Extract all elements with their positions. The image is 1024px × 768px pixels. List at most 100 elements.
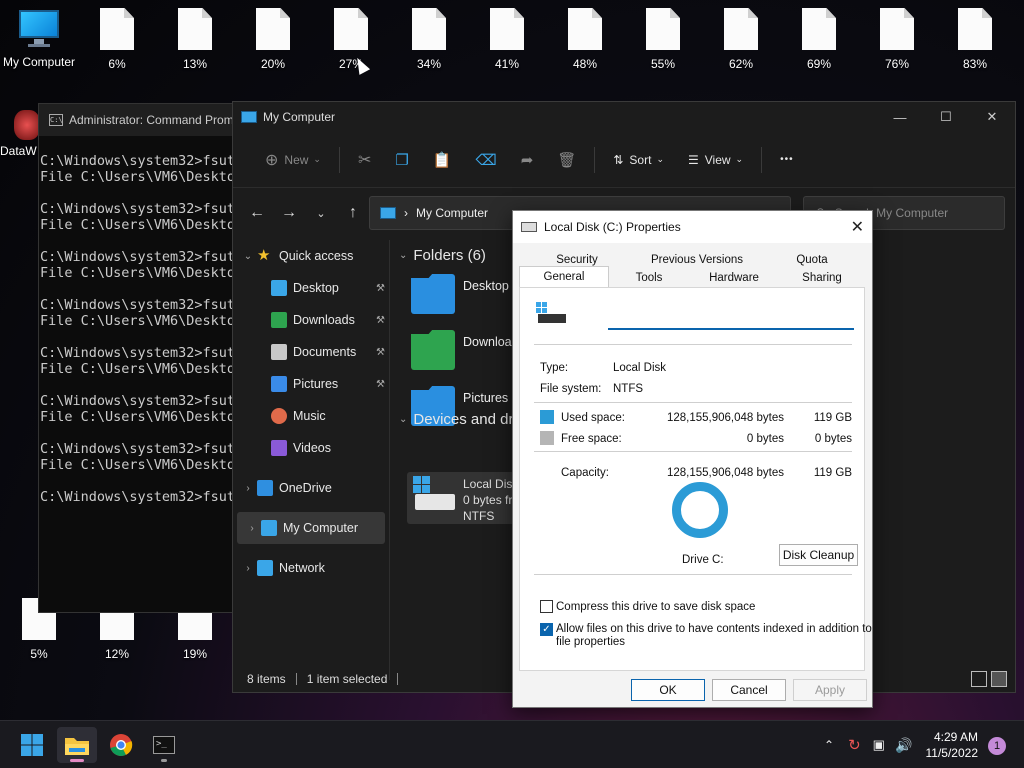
desktop-file-icon[interactable]: 34%: [391, 8, 467, 71]
sidebar-item[interactable]: Documents ⚒: [233, 336, 389, 368]
network-sync-icon[interactable]: ↻: [848, 736, 861, 754]
cmd-line: C:\Windows\system32>fsut: [40, 393, 236, 409]
ok-button[interactable]: OK: [631, 679, 705, 701]
start-button[interactable]: [12, 727, 52, 763]
tiles-view-icon[interactable]: [991, 671, 1007, 687]
show-hidden-icons-chevron-up-icon[interactable]: ⌃: [824, 738, 834, 752]
sidebar-item[interactable]: Pictures ⚒: [233, 368, 389, 400]
delete-button[interactable]: 🗑: [545, 144, 588, 176]
index-checkbox[interactable]: ✓: [540, 623, 553, 636]
desktop-file-icon[interactable]: 13%: [157, 8, 233, 71]
cmd-titlebar[interactable]: C:\ Administrator: Command Prom: [39, 104, 247, 136]
sidebar-item[interactable]: Desktop ⚒: [233, 272, 389, 304]
file-icon: [802, 8, 836, 50]
index-label-line1[interactable]: Allow files on this drive to have conten…: [556, 623, 872, 635]
desktop-file-icon[interactable]: 27%: [313, 8, 389, 71]
dialog-close-button[interactable]: ✕: [851, 217, 864, 237]
compress-checkbox[interactable]: [540, 600, 553, 613]
desktop-file-icon[interactable]: 41%: [469, 8, 545, 71]
taskbar-file-explorer[interactable]: [57, 727, 97, 763]
sidebar-item[interactable]: Videos: [233, 432, 389, 464]
drive-name: Local Disk: [463, 477, 519, 491]
rename-button[interactable]: ⌫: [464, 144, 509, 176]
chevron-down-icon: ⌄: [735, 154, 744, 164]
taskbar-chrome[interactable]: [101, 727, 141, 763]
trash-icon: 🗑: [557, 151, 577, 169]
desktop-icon-label: 55%: [650, 57, 676, 71]
desktop-file-icon[interactable]: 69%: [781, 8, 857, 71]
datawrapper-shortcut[interactable]: DataW: [0, 110, 40, 158]
desktop-file-icon[interactable]: 6%: [79, 8, 155, 71]
chevron-right-icon[interactable]: ›: [243, 523, 261, 534]
tab-hardware[interactable]: Hardware: [689, 269, 779, 287]
properties-dialog[interactable]: Local Disk (C:) Properties ✕ Security Pr…: [512, 210, 873, 708]
chevron-right-icon[interactable]: ›: [239, 563, 257, 574]
sidebar-item[interactable]: › OneDrive: [233, 472, 389, 504]
new-label: New: [284, 152, 309, 167]
my-computer-desktop-icon[interactable]: My Computer: [1, 8, 77, 69]
close-button[interactable]: ✕: [969, 102, 1015, 132]
forward-button[interactable]: →: [273, 204, 305, 222]
tab-general[interactable]: General: [519, 266, 609, 287]
cancel-button[interactable]: Cancel: [712, 679, 786, 701]
cmd-line: C:\Windows\system32>fsut: [40, 249, 236, 265]
cut-button[interactable]: ✂: [346, 144, 383, 176]
sidebar-item-label: Videos: [293, 441, 331, 455]
view-button[interactable]: ☰ View ⌄: [676, 144, 755, 176]
minimize-button[interactable]: —: [877, 102, 923, 132]
clock[interactable]: 4:29 AM 11/5/2022: [926, 729, 979, 761]
details-view-icon[interactable]: [971, 671, 987, 687]
clock-time: 4:29 AM: [933, 730, 978, 744]
compress-label[interactable]: Compress this drive to save disk space: [556, 601, 755, 613]
apply-button[interactable]: Apply: [793, 679, 867, 701]
sidebar-item[interactable]: ⌄ ★ Quick access: [233, 240, 389, 272]
desktop-file-icon[interactable]: 20%: [235, 8, 311, 71]
datawrapper-icon: [14, 110, 40, 140]
copy-button[interactable]: ❐: [383, 144, 420, 176]
desktop-file-icon[interactable]: 55%: [625, 8, 701, 71]
back-button[interactable]: ←: [241, 204, 273, 222]
desktop-file-icon[interactable]: 76%: [859, 8, 935, 71]
paste-button[interactable]: 📋: [421, 144, 464, 176]
recent-locations-button[interactable]: ⌄: [305, 207, 337, 220]
tab-sharing[interactable]: Sharing: [779, 269, 865, 287]
file-icon: [490, 8, 524, 50]
sidebar-item[interactable]: › Network: [233, 552, 389, 584]
type-label: Type:: [540, 362, 569, 374]
sidebar-item[interactable]: Music: [233, 400, 389, 432]
sidebar-item-label: Quick access: [279, 249, 354, 263]
tab-previous-versions[interactable]: Previous Versions: [635, 251, 759, 269]
maximize-button[interactable]: ☐: [923, 102, 969, 132]
tab-tools[interactable]: Tools: [609, 269, 689, 287]
used-space-label: Used space:: [561, 412, 625, 424]
taskbar-terminal[interactable]: >_: [144, 727, 184, 763]
chevron-down-icon: ⌄: [656, 154, 664, 164]
view-icon: ☰: [687, 152, 699, 167]
desktop-file-icon[interactable]: 83%: [937, 8, 1013, 71]
desktop-icon-label: 41%: [494, 57, 520, 71]
volume-icon[interactable]: 🔊: [895, 737, 912, 754]
new-button[interactable]: ⊕ New ⌄: [253, 144, 333, 176]
tab-quota[interactable]: Quota: [759, 251, 865, 269]
pin-icon: ⚒: [376, 314, 385, 326]
drive-name-input[interactable]: [608, 308, 854, 330]
chevron-right-icon[interactable]: ›: [239, 483, 257, 494]
sidebar-item[interactable]: Downloads ⚒: [233, 304, 389, 336]
notification-badge[interactable]: 1: [988, 737, 1006, 755]
chevron-down-icon[interactable]: ⌄: [239, 251, 257, 262]
cmd-output[interactable]: C:\Windows\system32>fsut File C:\Users\VM…: [39, 136, 247, 505]
devices-group-header[interactable]: ⌄ Devices and dr: [397, 404, 513, 434]
up-button[interactable]: ↑: [337, 204, 369, 222]
sort-button[interactable]: ⇅ Sort ⌄: [601, 144, 676, 176]
command-prompt-window[interactable]: C:\ Administrator: Command Prom C:\Windo…: [38, 103, 248, 613]
sidebar-item[interactable]: › My Computer: [237, 512, 385, 544]
copy-icon: ❐: [395, 151, 409, 169]
network-icon[interactable]: ▣: [873, 737, 885, 753]
more-options-button[interactable]: •••: [768, 144, 806, 176]
desktop-file-icon[interactable]: 62%: [703, 8, 779, 71]
disk-cleanup-button[interactable]: Disk Cleanup: [779, 544, 858, 566]
share-button[interactable]: ➦: [509, 144, 546, 176]
index-label-line2[interactable]: file properties: [556, 636, 625, 648]
desktop-file-icon[interactable]: 48%: [547, 8, 623, 71]
dialog-titlebar[interactable]: Local Disk (C:) Properties: [513, 211, 872, 243]
